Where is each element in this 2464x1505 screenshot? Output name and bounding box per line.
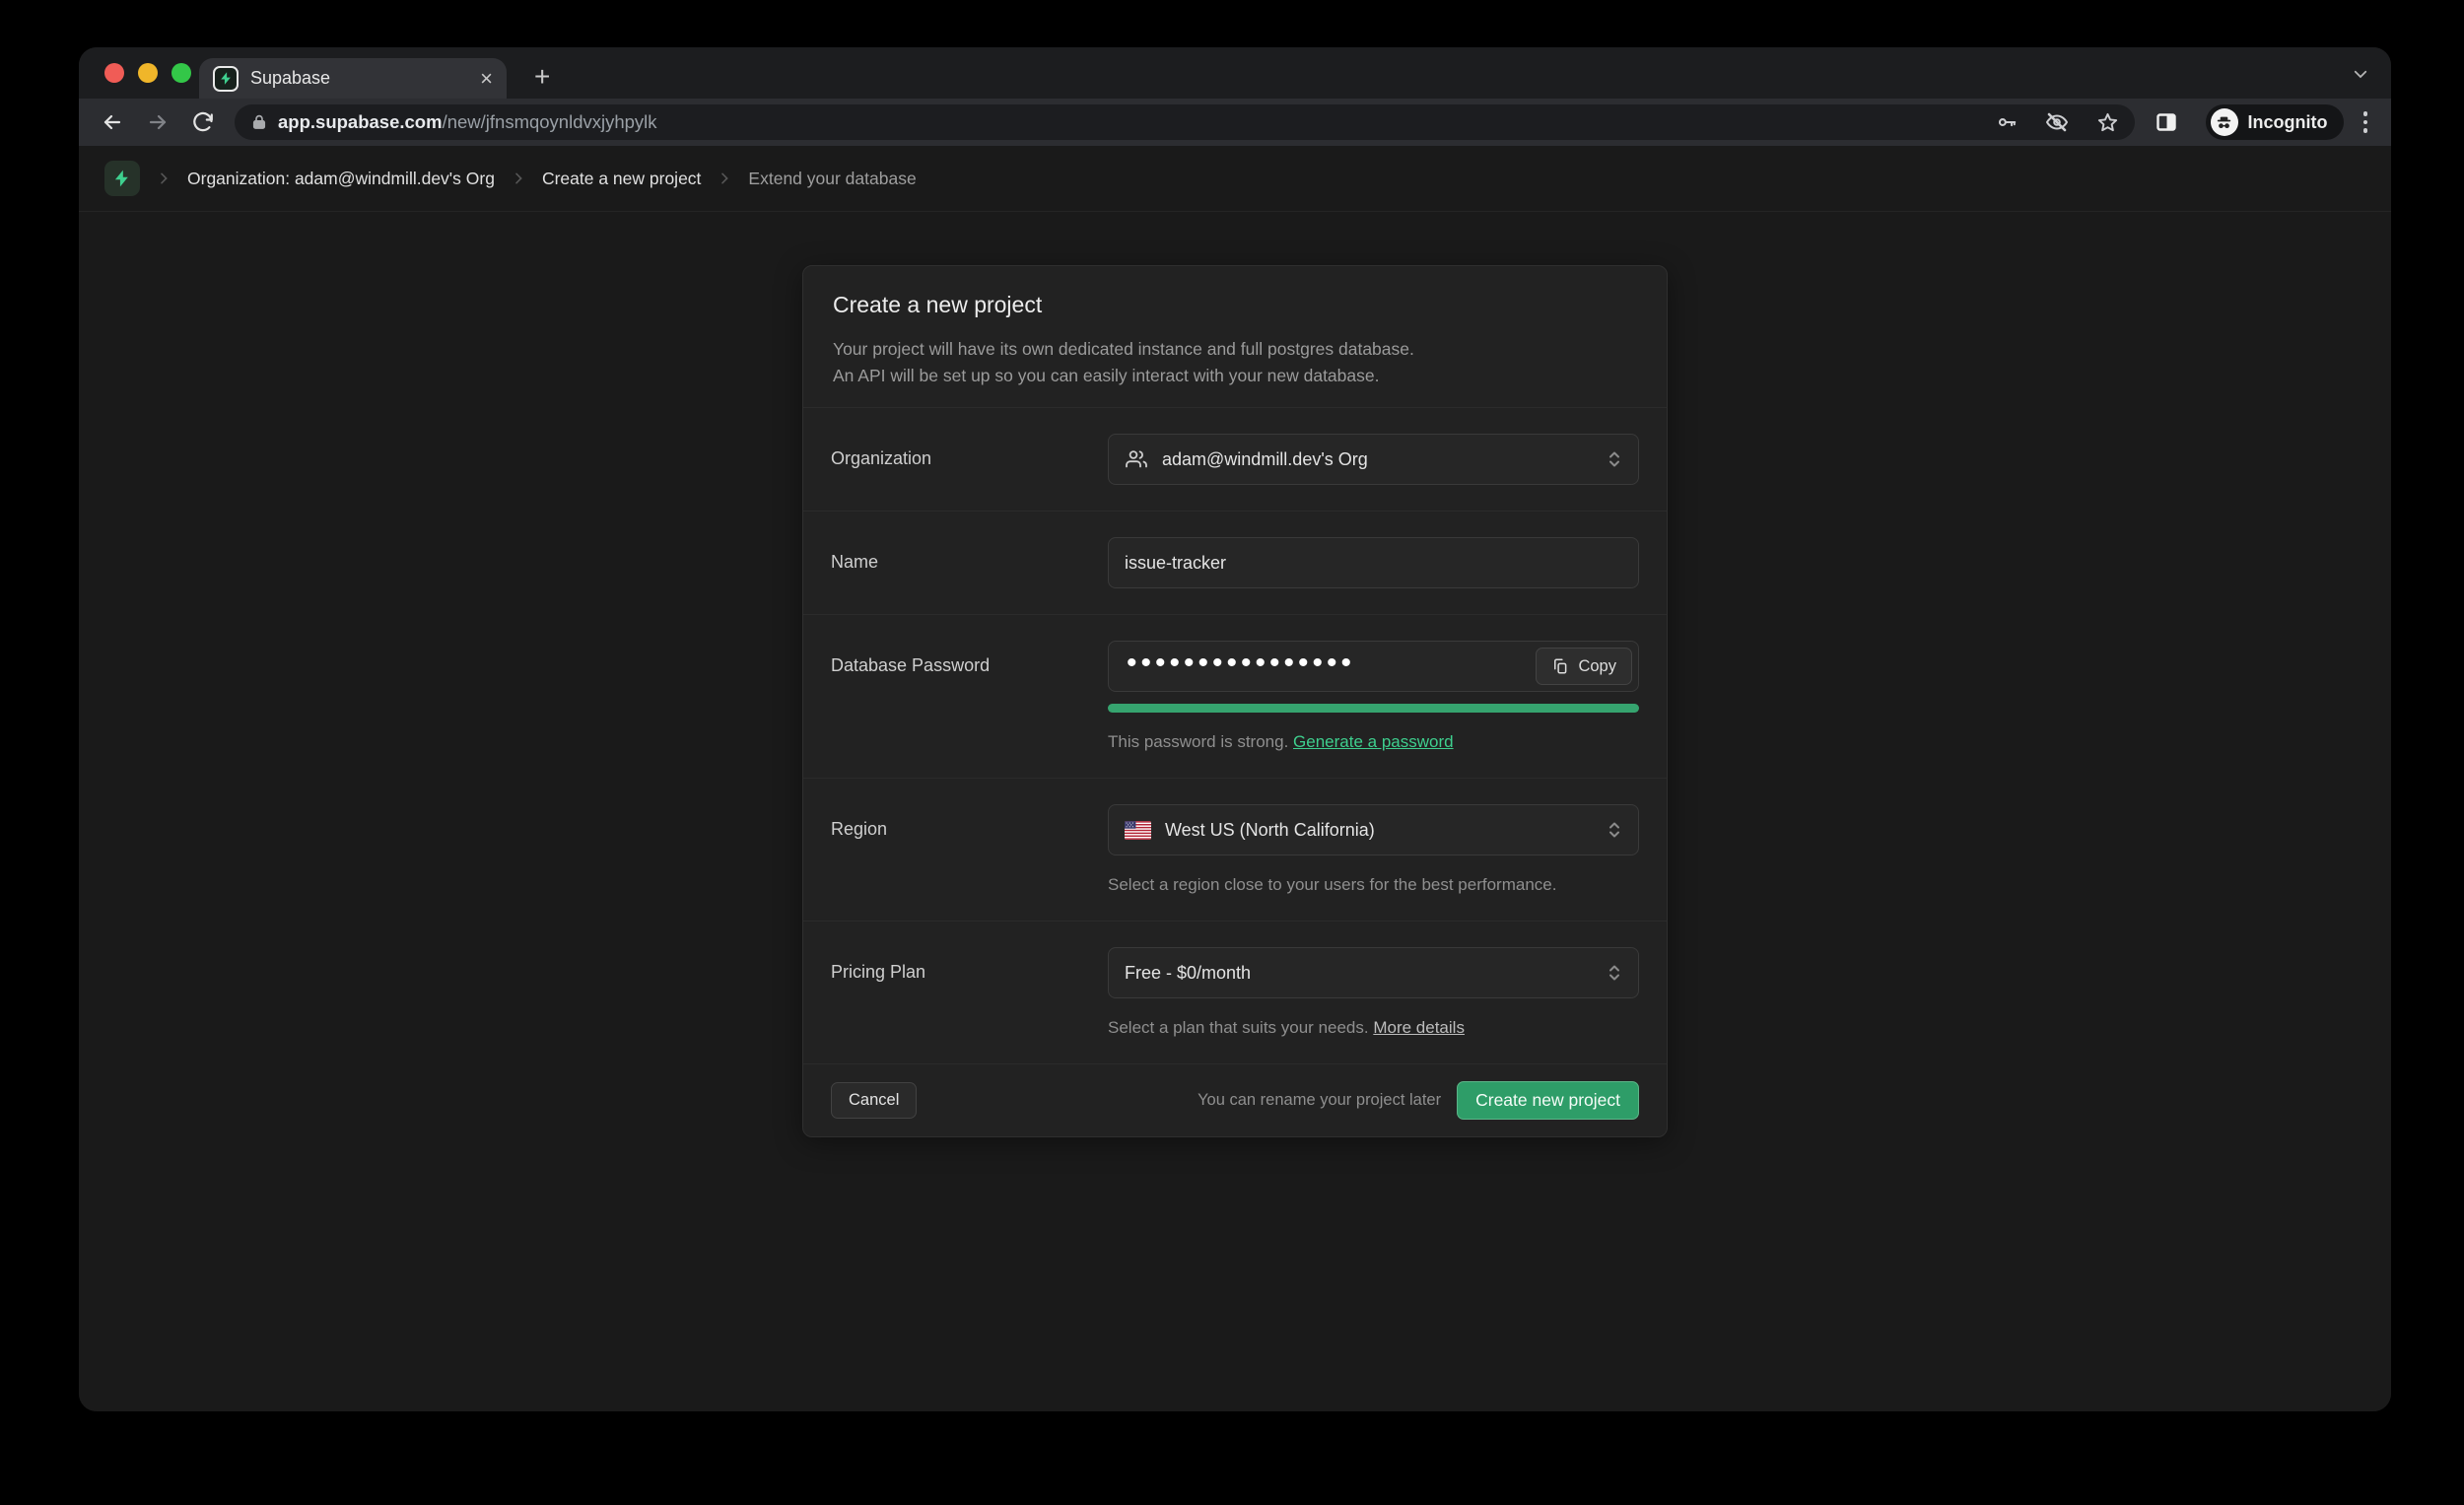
us-flag-icon	[1125, 821, 1151, 840]
password-helper: This password is strong. Generate a pass…	[1108, 732, 1639, 752]
card-footer: Cancel You can rename your project later…	[803, 1063, 1667, 1136]
pricing-select[interactable]: Free - $0/month	[1108, 947, 1639, 998]
region-select[interactable]: West US (North California)	[1108, 804, 1639, 855]
select-chevrons-icon	[1607, 449, 1622, 469]
forward-button[interactable]	[138, 103, 177, 142]
more-details-link[interactable]: More details	[1373, 1018, 1465, 1037]
password-key-icon[interactable]	[1996, 111, 2018, 133]
footer-right: You can rename your project later Create…	[1198, 1081, 1639, 1120]
tab-search-chevron-icon[interactable]	[2352, 65, 2369, 83]
pricing-field-group: Free - $0/month Select a plan that suits…	[1108, 947, 1639, 1038]
browser-window: Supabase × + app.supabase.com/new/jfnsmq…	[79, 47, 2391, 1411]
tab-strip: Supabase × +	[79, 47, 2391, 99]
browser-tab-supabase[interactable]: Supabase ×	[199, 58, 507, 99]
password-masked-value: ••••••••••••••••	[1127, 649, 1355, 678]
name-input[interactable]: issue-tracker	[1108, 537, 1639, 588]
browser-toolbar: app.supabase.com/new/jfnsmqoynldvxjyhpyl…	[79, 99, 2391, 146]
page-content: Create a new project Your project will h…	[79, 212, 2391, 1137]
chevron-right-icon	[717, 171, 732, 186]
rename-note: You can rename your project later	[1198, 1091, 1441, 1110]
page-title: Create a new project	[833, 292, 1637, 318]
name-value: issue-tracker	[1125, 553, 1622, 574]
region-row: Region West US (North California) Select…	[803, 778, 1667, 921]
address-bar[interactable]: app.supabase.com/new/jfnsmqoynldvxjyhpyl…	[235, 104, 2135, 140]
card-description-line2: An API will be set up so you can easily …	[833, 363, 1637, 389]
organization-row: Organization adam@windmill.dev's Org	[803, 407, 1667, 511]
name-label: Name	[831, 537, 1108, 588]
reload-button[interactable]	[183, 103, 223, 142]
region-field-group: West US (North California) Select a regi…	[1108, 804, 1639, 895]
tab-close-icon[interactable]: ×	[480, 68, 493, 90]
chevron-right-icon	[156, 171, 171, 186]
chevron-right-icon	[511, 171, 526, 186]
supabase-page: Organization: adam@windmill.dev's Org Cr…	[79, 146, 2391, 1411]
secure-lock-icon[interactable]	[250, 113, 268, 131]
create-project-button[interactable]: Create new project	[1457, 1081, 1639, 1120]
tab-title: Supabase	[250, 68, 468, 89]
cancel-button[interactable]: Cancel	[831, 1082, 917, 1119]
generate-password-link[interactable]: Generate a password	[1293, 732, 1454, 751]
card-header: Create a new project Your project will h…	[803, 266, 1667, 407]
breadcrumb-extend-database[interactable]: Extend your database	[748, 169, 916, 189]
minimize-window-button[interactable]	[138, 63, 158, 83]
pricing-row: Pricing Plan Free - $0/month Select a pl…	[803, 921, 1667, 1063]
create-project-card: Create a new project Your project will h…	[802, 265, 1668, 1137]
select-chevrons-icon	[1607, 963, 1622, 983]
password-strength-text: This password is strong.	[1108, 732, 1288, 751]
browser-menu-icon[interactable]	[2363, 111, 2368, 133]
card-description: Your project will have its own dedicated…	[833, 336, 1637, 389]
supabase-favicon-icon	[213, 66, 239, 92]
incognito-label: Incognito	[2248, 112, 2328, 133]
breadcrumb-create-project[interactable]: Create a new project	[542, 169, 701, 189]
password-strength-bar	[1108, 704, 1639, 713]
card-description-line1: Your project will have its own dedicated…	[833, 336, 1637, 363]
password-label: Database Password	[831, 641, 1108, 752]
region-helper: Select a region close to your users for …	[1108, 875, 1639, 895]
maximize-window-button[interactable]	[171, 63, 191, 83]
password-field-group: •••••••••••••••• Copy This password is s…	[1108, 641, 1639, 752]
url-text: app.supabase.com/new/jfnsmqoynldvxjyhpyl…	[278, 111, 1968, 133]
incognito-badge: Incognito	[2206, 104, 2344, 140]
copy-password-button[interactable]: Copy	[1536, 648, 1632, 685]
pricing-helper: Select a plan that suits your needs. Mor…	[1108, 1018, 1639, 1038]
breadcrumb: Organization: adam@windmill.dev's Org Cr…	[79, 146, 2391, 212]
copy-icon	[1551, 657, 1569, 675]
close-window-button[interactable]	[104, 63, 124, 83]
organization-select[interactable]: adam@windmill.dev's Org	[1108, 434, 1639, 485]
side-panel-icon[interactable]	[2147, 103, 2186, 142]
breadcrumb-organization[interactable]: Organization: adam@windmill.dev's Org	[187, 169, 495, 189]
select-chevrons-icon	[1607, 820, 1622, 840]
eye-off-icon[interactable]	[2045, 110, 2069, 134]
organization-value: adam@windmill.dev's Org	[1162, 449, 1593, 470]
pricing-value: Free - $0/month	[1125, 963, 1593, 984]
password-row: Database Password •••••••••••••••• Copy	[803, 614, 1667, 778]
new-tab-button[interactable]: +	[526, 63, 558, 91]
region-value: West US (North California)	[1165, 820, 1593, 841]
back-button[interactable]	[93, 103, 132, 142]
copy-label: Copy	[1578, 657, 1616, 676]
window-controls	[104, 63, 191, 83]
region-label: Region	[831, 804, 1108, 895]
name-row: Name issue-tracker	[803, 511, 1667, 614]
users-icon	[1125, 447, 1148, 471]
incognito-spy-icon	[2211, 108, 2238, 136]
pricing-label: Pricing Plan	[831, 947, 1108, 1038]
bookmark-star-icon[interactable]	[2096, 111, 2119, 134]
supabase-logo-icon[interactable]	[104, 161, 140, 196]
pricing-helper-text: Select a plan that suits your needs.	[1108, 1018, 1369, 1037]
organization-label: Organization	[831, 434, 1108, 485]
